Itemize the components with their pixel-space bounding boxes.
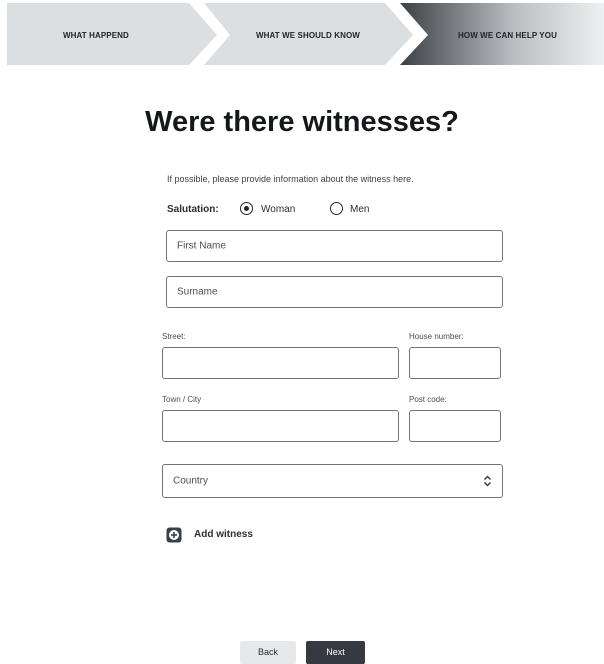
street-label: Street: xyxy=(162,332,186,341)
page-title: Were there witnesses? xyxy=(145,106,459,138)
town-label: Town / City xyxy=(162,395,202,404)
add-witness-label: Add witness xyxy=(194,529,253,540)
town-input[interactable] xyxy=(162,410,399,442)
up-down-chevron-icon xyxy=(484,475,491,487)
radio-men[interactable] xyxy=(330,202,343,215)
street-input[interactable] xyxy=(162,347,399,379)
post-code-input[interactable] xyxy=(409,410,501,442)
surname-placeholder: Surname xyxy=(177,286,218,298)
country-select[interactable]: Country xyxy=(162,464,503,498)
surname-input[interactable]: Surname xyxy=(166,276,503,308)
salutation-group: Salutation: Woman Men xyxy=(167,202,467,218)
step-1-label: WHAT HAPPEND xyxy=(63,31,129,40)
country-placeholder: Country xyxy=(173,475,209,487)
radio-selected-dot xyxy=(243,205,249,211)
step-2-label: WHAT WE SHOULD KNOW xyxy=(256,31,360,40)
post-code-label: Post code: xyxy=(409,395,447,404)
next-button[interactable]: Next xyxy=(306,641,365,664)
progress-stepper: WHAT HAPPEND WHAT WE SHOULD KNOW HOW WE … xyxy=(0,0,604,67)
add-witness-button[interactable]: Add witness xyxy=(166,526,286,544)
plus-circle-icon xyxy=(166,527,182,543)
first-name-input[interactable]: First Name xyxy=(166,230,503,262)
radio-woman[interactable] xyxy=(240,202,253,215)
house-number-input[interactable] xyxy=(409,347,501,379)
step-3-label: HOW WE CAN HELP YOU xyxy=(458,31,557,40)
radio-woman-label[interactable]: Woman xyxy=(261,204,295,215)
first-name-placeholder: First Name xyxy=(177,240,226,252)
intro-text: If possible, please provide information … xyxy=(167,174,414,184)
radio-men-label[interactable]: Men xyxy=(350,204,369,215)
back-button[interactable]: Back xyxy=(240,641,296,664)
house-number-label: House number: xyxy=(409,332,464,341)
salutation-label: Salutation: xyxy=(167,204,219,215)
